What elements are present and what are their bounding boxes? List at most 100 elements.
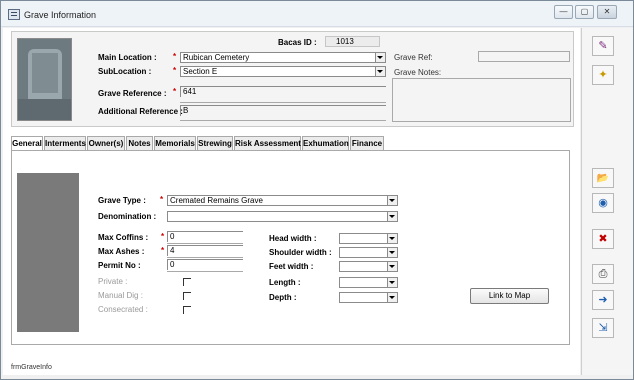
export-button[interactable]: ➜ [592, 290, 614, 310]
consecrated-checkbox[interactable] [183, 306, 191, 314]
chevron-down-icon[interactable] [389, 296, 395, 299]
chevron-down-icon[interactable] [389, 199, 395, 202]
grave-ref-field[interactable] [478, 51, 570, 62]
shoulder-width-dropdown[interactable] [339, 247, 398, 258]
additional-reference-field[interactable]: B [180, 105, 386, 116]
sublocation-dropdown[interactable]: Section E [180, 66, 386, 77]
feet-width-dropdown[interactable] [339, 261, 398, 272]
grave-header-panel: Bacas ID : 1013 Main Location : * Rubica… [11, 31, 574, 127]
max-ashes-field[interactable]: 4 [167, 245, 243, 256]
permit-no-field[interactable]: 0 [167, 259, 243, 270]
delete-button[interactable]: ✖ [592, 229, 614, 249]
grave-notes-field[interactable] [392, 78, 571, 122]
minimize-button[interactable]: — [554, 5, 573, 19]
length-label: Length : [269, 278, 301, 287]
max-ashes-label: Max Ashes : [98, 247, 145, 256]
shoulder-width-label: Shoulder width : [269, 248, 332, 257]
print-button[interactable]: ⎙ [592, 264, 614, 284]
denomination-dropdown[interactable] [167, 211, 398, 222]
private-label: Private : [98, 277, 128, 286]
manual-dig-label: Manual Dig : [98, 291, 143, 300]
additional-reference-label: Additional Reference : [98, 107, 183, 116]
chevron-down-icon[interactable] [389, 251, 395, 254]
required-marker: * [161, 232, 165, 241]
chevron-down-icon[interactable] [377, 70, 383, 73]
window-title: Grave Information [24, 10, 97, 20]
required-marker: * [161, 246, 165, 255]
bacas-id-label: Bacas ID : [278, 38, 317, 47]
head-width-dropdown[interactable] [339, 233, 398, 244]
private-checkbox[interactable] [183, 278, 191, 286]
grave-photo[interactable] [17, 38, 72, 121]
main-location-dropdown[interactable]: Rubican Cemetery [180, 52, 386, 63]
permit-no-label: Permit No : [98, 261, 141, 270]
chevron-down-icon[interactable] [377, 56, 383, 59]
feet-width-label: Feet width : [269, 262, 314, 271]
general-tab-panel: Grave Type : * Cremated Remains Grave De… [11, 150, 570, 345]
grave-ref-label: Grave Ref: [394, 53, 433, 62]
field-underline [180, 102, 386, 103]
tab-strewing[interactable]: Strewing [197, 136, 233, 150]
open-folder-icon: 📂 [596, 173, 610, 184]
grave-plan-area [17, 173, 79, 332]
exit-button[interactable]: ⇲ [592, 318, 614, 338]
bacas-id-field: 1013 [325, 36, 380, 47]
title-bar[interactable]: Grave Information — ▢ ✕ [1, 1, 633, 27]
tab-finance[interactable]: Finance [350, 136, 384, 150]
globe-icon: ◉ [598, 197, 608, 209]
grave-reference-field[interactable]: 641 [180, 86, 386, 97]
manual-dig-checkbox[interactable] [183, 292, 191, 300]
chevron-down-icon[interactable] [389, 237, 395, 240]
tab-notes[interactable]: Notes [126, 136, 153, 150]
form-icon [8, 9, 20, 20]
tab-exhumation[interactable]: Exhumation [302, 136, 349, 150]
chevron-down-icon[interactable] [389, 215, 395, 218]
consecrated-label: Consecrated : [98, 305, 148, 314]
required-marker: * [173, 87, 177, 96]
denomination-label: Denomination : [98, 212, 157, 221]
main-location-value: Rubican Cemetery [183, 53, 250, 62]
export-icon: ➜ [598, 294, 608, 306]
close-button[interactable]: ✕ [597, 5, 617, 19]
tab-memorials[interactable]: Memorials [154, 136, 196, 150]
tab-risk-assessment[interactable]: Risk Assessment [234, 136, 301, 150]
exit-icon: ⇲ [598, 322, 608, 334]
required-marker: * [173, 52, 177, 61]
head-width-label: Head width : [269, 234, 317, 243]
globe-button[interactable]: ◉ [592, 193, 614, 213]
field-underline [167, 271, 243, 272]
tab-general[interactable]: General [11, 136, 43, 151]
grave-reference-label: Grave Reference : [98, 89, 167, 98]
link-to-map-button[interactable]: Link to Map [470, 288, 549, 304]
max-coffins-label: Max Coffins : [98, 233, 149, 242]
new-record-icon: ✦ [598, 69, 608, 81]
print-icon: ⎙ [598, 268, 608, 280]
edit-icon: ✎ [598, 40, 608, 52]
length-dropdown[interactable] [339, 277, 398, 288]
depth-label: Depth : [269, 293, 297, 302]
required-marker: * [160, 195, 164, 204]
sublocation-value: Section E [183, 67, 218, 76]
max-coffins-field[interactable]: 0 [167, 231, 243, 242]
field-underline [180, 120, 386, 121]
grave-notes-label: Grave Notes: [394, 68, 442, 77]
grave-information-window: Grave Information — ▢ ✕ Bacas ID : 1013 … [0, 0, 634, 380]
main-location-label: Main Location : [98, 53, 157, 62]
grave-type-label: Grave Type : [98, 196, 146, 205]
new-record-button[interactable]: ✦ [592, 65, 614, 85]
tab-owners[interactable]: Owner(s) [87, 136, 125, 150]
chevron-down-icon[interactable] [389, 265, 395, 268]
delete-icon: ✖ [598, 233, 608, 245]
action-sidebar: ✎ ✦ 📂 ◉ ✖ ⎙ ➜ ⇲ [581, 28, 633, 375]
form-body: Bacas ID : 1013 Main Location : * Rubica… [3, 28, 580, 375]
grave-type-value: Cremated Remains Grave [170, 196, 263, 205]
form-name-label: frmGraveInfo [11, 364, 52, 371]
depth-dropdown[interactable] [339, 292, 398, 303]
grave-type-dropdown[interactable]: Cremated Remains Grave [167, 195, 398, 206]
chevron-down-icon[interactable] [389, 281, 395, 284]
tab-interments[interactable]: Interments [44, 136, 86, 150]
open-folder-button[interactable]: 📂 [592, 168, 614, 188]
edit-button[interactable]: ✎ [592, 36, 614, 56]
field-underline [167, 257, 243, 258]
maximize-button[interactable]: ▢ [575, 5, 594, 19]
